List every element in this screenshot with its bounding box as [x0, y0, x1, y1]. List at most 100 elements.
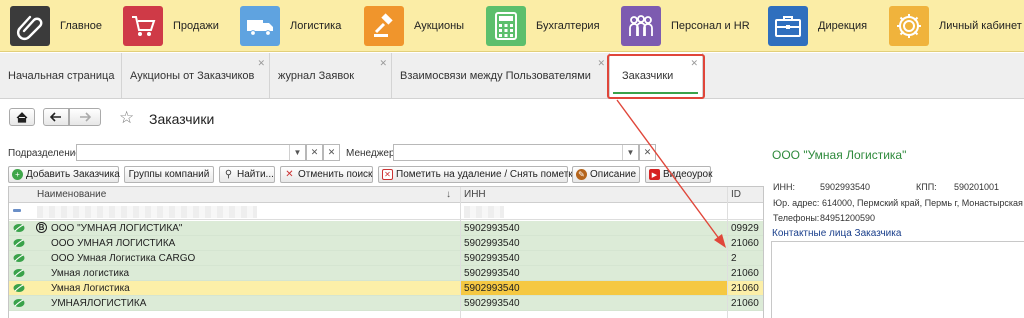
close-icon[interactable]: ✕: [690, 59, 698, 68]
table-row[interactable]: ООО УМНАЯ ЛОГИСТИКА 5902993540 21060: [9, 236, 763, 251]
column-divider: [460, 187, 461, 318]
cancel-search-button[interactable]: ✕ Отменить поиск: [280, 166, 373, 183]
mark-delete-button[interactable]: ✕ Пометить на удаление / Снять пометку: [378, 166, 578, 183]
tab-auctions[interactable]: Аукционы от Заказчиков ✕: [122, 53, 270, 98]
nav-label-account: Личный кабинет: [939, 20, 1022, 32]
row-id: 21060: [731, 283, 759, 294]
nav-item-directorate[interactable]: Дирекция: [768, 6, 867, 46]
forward-button[interactable]: [69, 108, 101, 126]
row-inn: 5902993540: [464, 298, 520, 309]
nav-label-auctions: Аукционы: [414, 20, 465, 32]
row-inn: 5902993540: [464, 283, 520, 294]
close-icon[interactable]: ✕: [379, 59, 387, 68]
name-filter-cell[interactable]: [37, 206, 257, 218]
calculator-icon: [486, 6, 526, 46]
cancel-search-label: Отменить поиск: [298, 169, 373, 180]
sort-indicator[interactable]: ↓: [446, 189, 451, 200]
address-label: Юр. адрес:: [773, 198, 820, 208]
tab-relations[interactable]: Взаимосвязи между Пользователями ✕: [392, 53, 610, 98]
find-button[interactable]: ⚲ Найти...: [219, 166, 275, 183]
close-icon[interactable]: ✕: [257, 59, 265, 68]
column-divider: [727, 187, 728, 318]
nav-label-hr: Персонал и HR: [671, 20, 750, 32]
clear-icon: ✕: [327, 147, 336, 157]
manager-clear-button[interactable]: ✕: [639, 144, 656, 161]
company-groups-button[interactable]: Группы компаний: [124, 166, 214, 183]
table-row[interactable]: ООО Умная Логистика CARGO 5902993540 2: [9, 251, 763, 266]
contacts-list[interactable]: [771, 241, 1024, 318]
chevron-down-icon[interactable]: ▼: [289, 145, 305, 160]
kpp-label: КПП:: [916, 182, 937, 192]
tab-label: Заказчики: [622, 69, 674, 82]
tab-label: Взаимосвязи между Пользователями: [400, 69, 591, 82]
cart-icon: [123, 6, 163, 46]
gavel-icon: [364, 6, 404, 46]
row-id: 21060: [731, 298, 759, 309]
active-tab-indicator: [613, 92, 698, 94]
chevron-down-icon[interactable]: ▼: [622, 145, 638, 160]
back-button[interactable]: [43, 108, 69, 126]
row-name: ООО Умная Логистика CARGO: [51, 253, 196, 264]
nav-item-hr[interactable]: Персонал и HR: [621, 6, 750, 46]
leaf-icon: [13, 224, 25, 232]
video-tutorial-button[interactable]: ▶ Видеоурок: [645, 166, 713, 183]
description-button[interactable]: ✎ Описание: [572, 166, 640, 183]
column-header-name[interactable]: Наименование: [37, 189, 106, 200]
column-header-inn[interactable]: ИНН: [464, 189, 486, 200]
leaf-icon: [13, 254, 25, 262]
row-id: 09929: [731, 223, 759, 234]
row-id: 2: [731, 253, 737, 264]
clear-icon: ✕: [643, 147, 652, 157]
nav-item-sales[interactable]: Продажи: [123, 6, 219, 46]
leaf-icon: [13, 284, 25, 292]
row-inn: 5902993540: [464, 253, 520, 264]
tab-customers[interactable]: Заказчики ✕: [610, 53, 703, 98]
tab-home[interactable]: Начальная страница: [0, 53, 122, 98]
close-icon[interactable]: ✕: [597, 59, 605, 68]
nav-item-logistics[interactable]: Логистика: [240, 6, 341, 46]
nav-item-auctions[interactable]: Аукционы: [364, 6, 464, 46]
mark-delete-label: Пометить на удаление / Снять пометку: [396, 169, 578, 180]
nav-item-account[interactable]: Личный кабинет: [889, 6, 1022, 46]
arrow-left-icon: [50, 112, 61, 122]
table-row-selected[interactable]: Умная Логистика 5902993540 21060: [9, 281, 763, 296]
division-extra-clear-button[interactable]: ✕: [323, 144, 340, 161]
division-field[interactable]: ▼: [76, 144, 306, 161]
main-navigation: Главное Продажи Логистика Аукционы Бухга…: [0, 0, 1024, 52]
division-clear-button[interactable]: ✕: [306, 144, 323, 161]
leaf-icon: [13, 239, 25, 247]
column-header-id[interactable]: ID: [731, 189, 741, 200]
table-row[interactable]: B ООО "УМНАЯ ЛОГИСТИКА" 5902993540 09929: [9, 221, 763, 236]
minus-icon: [13, 209, 21, 212]
phones-value: 84951200590: [820, 213, 876, 223]
truck-icon: [240, 6, 280, 46]
customers-table: Наименование ↓ ИНН ID B ООО "УМНАЯ ЛОГИС…: [8, 186, 764, 318]
table-filter-row[interactable]: [9, 204, 763, 220]
manager-field[interactable]: ▼: [393, 144, 639, 161]
nav-item-main[interactable]: Главное: [10, 6, 102, 46]
nav-label-accounting: Бухгалтерия: [536, 20, 600, 32]
address-value: 614000, Пермский край, Пермь г, Монастыр…: [822, 198, 1023, 208]
inn-value: 5902993540: [820, 182, 871, 192]
clear-icon: ✕: [310, 147, 319, 157]
home-button[interactable]: [9, 108, 35, 126]
kpp-value: 590201001: [954, 182, 1000, 192]
table-row[interactable]: УМНАЯЛОГИСТИКА 5902993540 21060: [9, 296, 763, 311]
tab-requests[interactable]: журнал Заявок ✕: [270, 53, 392, 98]
youtube-icon: ▶: [649, 169, 660, 180]
delete-mark-icon: ✕: [382, 169, 393, 180]
row-name: ООО "УМНАЯ ЛОГИСТИКА": [51, 223, 183, 234]
nav-item-accounting[interactable]: Бухгалтерия: [486, 6, 600, 46]
gear-icon: [889, 6, 929, 46]
page-title: Заказчики: [149, 111, 215, 127]
table-row[interactable]: Умная логистика 5902993540 21060: [9, 266, 763, 281]
row-name: Умная логистика: [51, 268, 130, 279]
people-icon: [621, 6, 661, 46]
inn-filter-cell[interactable]: [464, 206, 504, 218]
row-name: УМНАЯЛОГИСТИКА: [51, 298, 147, 309]
favorite-star-icon[interactable]: ☆: [119, 108, 134, 128]
add-customer-button[interactable]: + Добавить Заказчика: [8, 166, 120, 183]
tab-label: Аукционы от Заказчиков: [130, 69, 255, 82]
tab-label: журнал Заявок: [278, 69, 355, 82]
row-inn: 5902993540: [464, 223, 520, 234]
